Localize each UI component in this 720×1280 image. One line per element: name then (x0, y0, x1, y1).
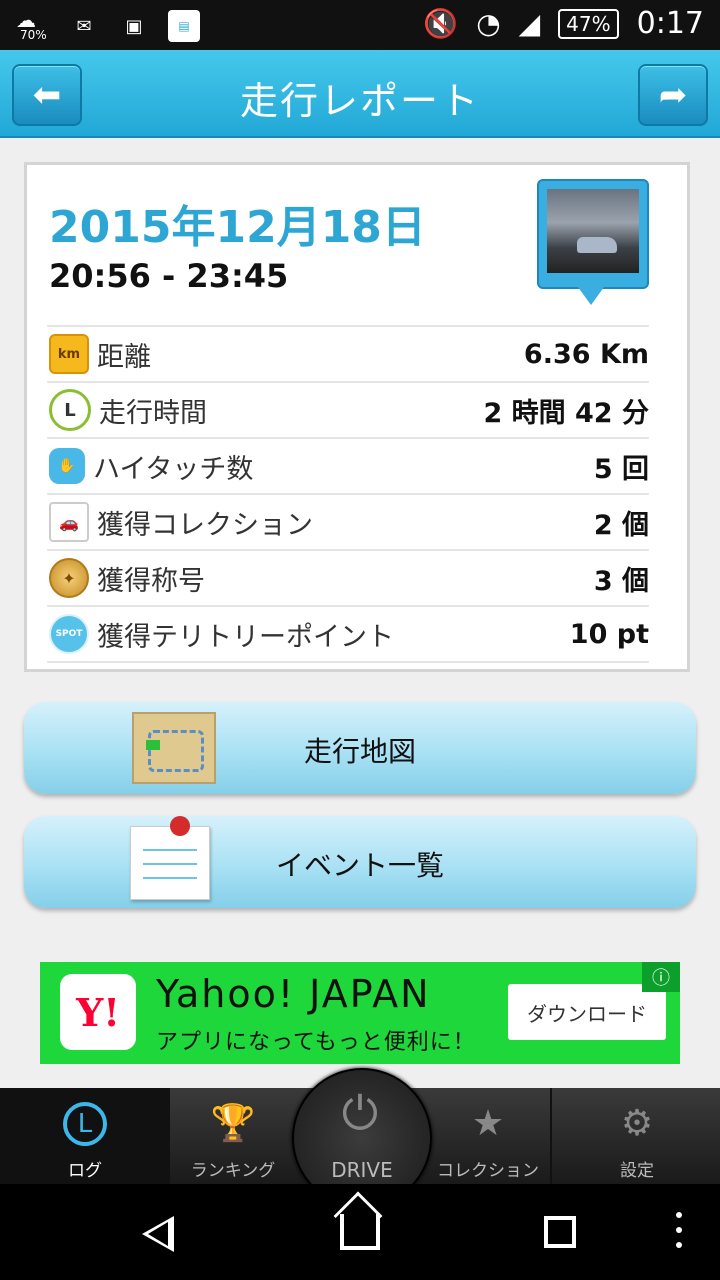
status-bar: ☁ 70% ✉ ▣ ▤ 🔇 ◔ ◢ 47% 0:17 (0, 0, 720, 50)
notification-icons: ☁ 70% ✉ ▣ ▤ (14, 8, 200, 44)
stat-label: ハイタッチ数 (93, 453, 254, 485)
tab-settings[interactable]: ⚙ 設定 (550, 1088, 720, 1184)
tab-ranking-label: ランキング (190, 1161, 276, 1181)
app-header: ⬅ 走行レポート ➦ (0, 50, 720, 138)
clock: 0:17 (636, 6, 704, 41)
stat-label: 走行時間 (99, 397, 207, 429)
photo-frame (537, 179, 649, 289)
car-photo (547, 189, 639, 273)
wifi-icon: ◔ (476, 7, 501, 40)
stats-list: km 距離 6.36 Km L 走行時間 2 時間 42 分 ✋ ハイタッチ数 … (47, 325, 649, 663)
stat-value: 2 個 (593, 509, 649, 541)
system-icons: 🔇 ◔ ◢ 47% 0:17 (423, 6, 704, 41)
stat-label: 獲得称号 (97, 565, 205, 597)
ad-banner[interactable]: Y! Yahoo! JAPAN アプリになってもっと便利に！ ダウンロード ⓘ (40, 962, 680, 1064)
more-options-icon[interactable] (676, 1212, 682, 1254)
pushpin-icon (170, 816, 190, 836)
weather-icon: ☁ 70% (16, 8, 47, 42)
stat-value: 5 回 (593, 453, 649, 485)
stat-value: 10 pt (569, 618, 649, 650)
tab-settings-label: 設定 (620, 1161, 654, 1181)
power-icon: ⏻ (341, 1086, 379, 1140)
stat-value: 6.36 Km (523, 338, 649, 370)
stat-row-high-touch: ✋ ハイタッチ数 5 回 (47, 437, 649, 493)
km-icon: km (49, 334, 89, 374)
system-nav-bar (0, 1184, 720, 1280)
share-button[interactable]: ➦ (638, 64, 708, 126)
signal-icon: ◢ (518, 7, 541, 40)
drive-label: DRIVE (331, 1158, 393, 1182)
event-list-button[interactable]: イベント一覧 (24, 816, 696, 908)
stat-row-collection: 🚗 獲得コレクション 2 個 (47, 493, 649, 549)
pin-tip (575, 283, 607, 305)
battery-indicator: 47% (558, 8, 619, 39)
gear-icon: ⚙ (620, 1102, 654, 1144)
stat-row-distance: km 距離 6.36 Km (47, 325, 649, 381)
medal-icon: ✦ (49, 558, 89, 598)
mute-icon: 🔇 (423, 7, 459, 40)
app-icon: ▤ (168, 10, 200, 42)
page-title: 走行レポート (239, 79, 480, 123)
nav-recent-apps-icon[interactable] (544, 1216, 576, 1248)
report-card: 2015年12月18日 20:56 - 23:45 km 距離 6.36 Km … (24, 162, 690, 672)
ad-download-button[interactable]: ダウンロード (508, 984, 666, 1040)
photo-thumbnail[interactable] (537, 179, 649, 309)
yahoo-logo-icon: Y! (60, 974, 136, 1050)
stat-row-titles: ✦ 獲得称号 3 個 (47, 549, 649, 605)
weather-percent: 70% (20, 28, 47, 42)
trophy-icon: 🏆 (210, 1103, 256, 1144)
ad-title: Yahoo! JAPAN (156, 972, 431, 1016)
stat-label: 獲得テリトリーポイント (97, 621, 394, 653)
drive-map-button[interactable]: 走行地図 (24, 702, 696, 794)
stat-row-territory: SPOT 獲得テリトリーポイント 10 pt (47, 605, 649, 663)
tab-ranking[interactable]: 🏆 ランキング (170, 1088, 296, 1184)
tab-collection-label: コレクション (437, 1161, 539, 1181)
info-icon[interactable]: ⓘ (642, 962, 680, 992)
report-time-range: 20:56 - 23:45 (49, 257, 289, 295)
tab-log-label: ログ (68, 1161, 102, 1181)
clock-icon: L (63, 1102, 107, 1146)
nav-home-icon[interactable] (340, 1214, 380, 1250)
gallery-icon: ▣ (125, 15, 143, 37)
ad-subtitle: アプリになってもっと便利に！ (156, 1030, 476, 1055)
drive-map-label: 走行地図 (303, 735, 416, 768)
hand-icon: ✋ (49, 448, 85, 484)
tab-collection[interactable]: ★ コレクション (426, 1088, 550, 1184)
stat-label: 距離 (97, 341, 151, 373)
car-icon: 🚗 (49, 502, 89, 542)
spot-icon: SPOT (49, 614, 89, 654)
stat-row-drive-time: L 走行時間 2 時間 42 分 (47, 381, 649, 437)
star-icon: ★ (471, 1102, 505, 1144)
report-date: 2015年12月18日 (49, 202, 426, 253)
nav-back-icon[interactable] (142, 1216, 174, 1252)
event-list-label: イベント一覧 (275, 849, 444, 882)
share-icon: ➦ (658, 75, 688, 115)
gmail-icon: ✉ (76, 15, 92, 37)
car-shape (577, 237, 617, 253)
stat-value: 2 時間 42 分 (483, 397, 649, 429)
tab-log[interactable]: L ログ (0, 1088, 170, 1184)
clock-icon: L (49, 389, 91, 431)
stat-value: 3 個 (593, 565, 649, 597)
stat-label: 獲得コレクション (97, 509, 313, 541)
